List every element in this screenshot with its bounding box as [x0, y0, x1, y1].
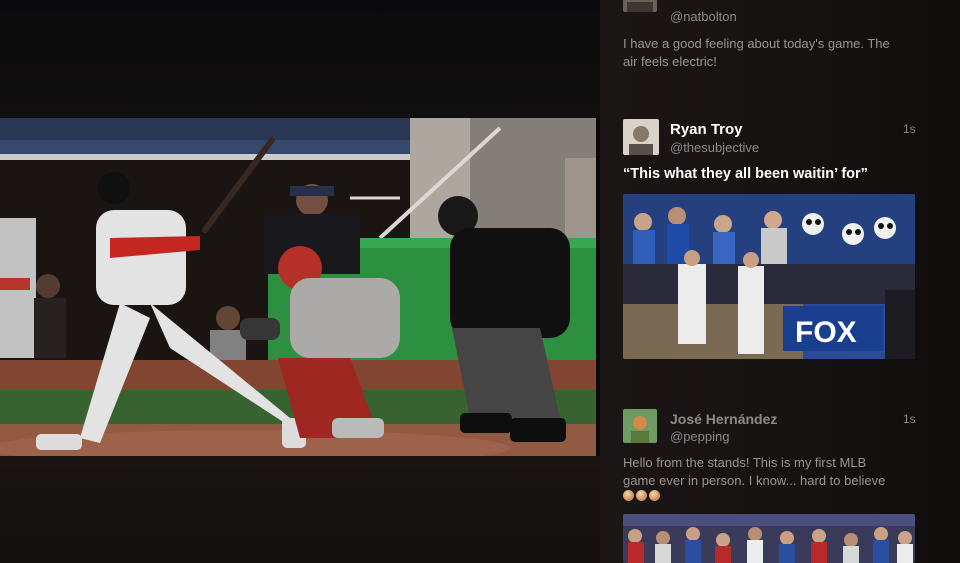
tweet-photo[interactable]: FOX — [623, 194, 915, 359]
tweet-handle[interactable]: @natbolton — [670, 9, 737, 24]
avatar[interactable] — [623, 0, 657, 12]
tweet-display-name[interactable]: José Hernández — [670, 411, 777, 427]
tweet-handle[interactable]: @pepping — [670, 429, 729, 444]
emoji-row — [623, 490, 660, 501]
tweet-text-line-1: I have a good feeling about today's game… — [623, 36, 890, 51]
tweet-text-line-1: Hello from the stands! This is my first … — [623, 455, 867, 470]
fox-logo-text: FOX — [795, 316, 857, 349]
tweet-timestamp: 1s — [903, 122, 916, 136]
avatar[interactable] — [623, 119, 659, 155]
bottom-background — [0, 456, 600, 563]
stadium-crowd-image — [623, 514, 915, 563]
tweet-jose-hernandez[interactable]: José Hernández @pepping 1s Hello from th… — [623, 409, 923, 563]
tweet-text: I have a good feeling about today's game… — [623, 35, 919, 71]
tweet-ryan-troy[interactable]: Ryan Troy @thesubjective 1s “This what t… — [623, 119, 923, 369]
baseball-game-frame — [0, 118, 596, 456]
tweet-text: Hello from the stands! This is my first … — [623, 454, 919, 490]
tweet-timestamp: 1s — [903, 412, 916, 426]
tweet-display-name[interactable]: Ryan Troy — [670, 121, 743, 138]
tweet-handle[interactable]: @thesubjective — [670, 140, 759, 155]
tweet-photo[interactable] — [623, 514, 915, 563]
tweet-natbolton[interactable]: @natbolton I have a good feeling about t… — [623, 0, 923, 80]
raised-hands-icon — [649, 490, 660, 501]
dugout-celebration-image: FOX — [623, 194, 915, 359]
tweet-text-line-2: air feels electric! — [623, 54, 717, 69]
live-video-player[interactable] — [0, 118, 596, 456]
avatar[interactable] — [623, 409, 657, 443]
raised-hands-icon — [623, 490, 634, 501]
tweet-text-line-2: game ever in person. I know... hard to b… — [623, 473, 886, 488]
tweet-text: “This what they all been waitin’ for” — [623, 166, 868, 182]
tweet-feed[interactable]: @natbolton I have a good feeling about t… — [600, 0, 960, 563]
raised-hands-icon — [636, 490, 647, 501]
top-background — [0, 0, 600, 118]
